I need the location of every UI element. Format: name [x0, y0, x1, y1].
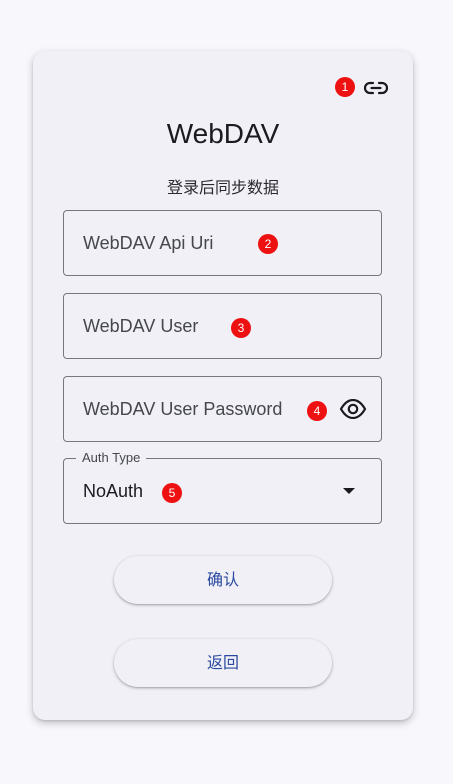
password-field[interactable]: WebDAV User Password 4	[63, 376, 382, 442]
link-icon-svg	[363, 81, 389, 95]
page-title: WebDAV	[166, 118, 280, 149]
confirm-button[interactable]: 确认	[114, 556, 332, 604]
annotation-badge-1: 1	[335, 77, 355, 97]
api-uri-placeholder: WebDAV Api Uri	[83, 233, 214, 253]
dropdown-arrow-icon[interactable]	[343, 488, 355, 494]
annotation-badge-5: 5	[162, 483, 182, 503]
auth-type-value: NoAuth	[83, 481, 144, 501]
page-subtitle: 登录后同步数据	[166, 178, 279, 197]
auth-type-select[interactable]: Auth Type NoAuth 5	[63, 450, 382, 524]
user-field[interactable]: WebDAV User 3	[63, 293, 382, 359]
annotation-badge-3: 3	[231, 318, 251, 338]
link-icon[interactable]	[361, 75, 391, 101]
eye-icon-svg	[339, 399, 367, 419]
back-button[interactable]: 返回	[114, 639, 332, 687]
annotation-badge-4: 4	[307, 401, 327, 421]
webdav-login-card: 1 WebDAV 登录后同步数据 WebDAV Api Uri 2 WebDAV…	[33, 51, 413, 720]
user-placeholder: WebDAV User	[83, 316, 199, 336]
password-placeholder: WebDAV User Password	[83, 399, 283, 419]
eye-icon[interactable]	[339, 397, 367, 421]
api-uri-field[interactable]: WebDAV Api Uri 2	[63, 210, 382, 276]
annotation-badge-2: 2	[258, 234, 278, 254]
